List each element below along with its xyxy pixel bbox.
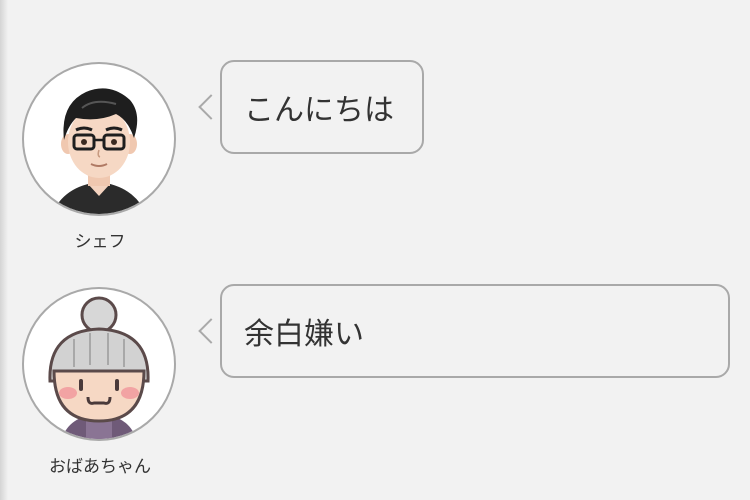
- message-text: こんにちは: [244, 93, 394, 128]
- speech-bubble: こんにちは: [220, 60, 424, 154]
- speaker-name: おばあちゃん: [49, 457, 151, 477]
- chat-page: シェフ こんにちは おばあちゃん 余白嫌い: [0, 0, 750, 500]
- message-text: 余白嫌い: [244, 317, 364, 352]
- speaker-name: シェフ: [74, 232, 126, 252]
- left-edge-shadow: [0, 0, 8, 500]
- grandma-avatar-icon: [22, 287, 176, 441]
- chef-avatar-icon: [22, 62, 176, 216]
- speech-bubble: 余白嫌い: [220, 284, 730, 378]
